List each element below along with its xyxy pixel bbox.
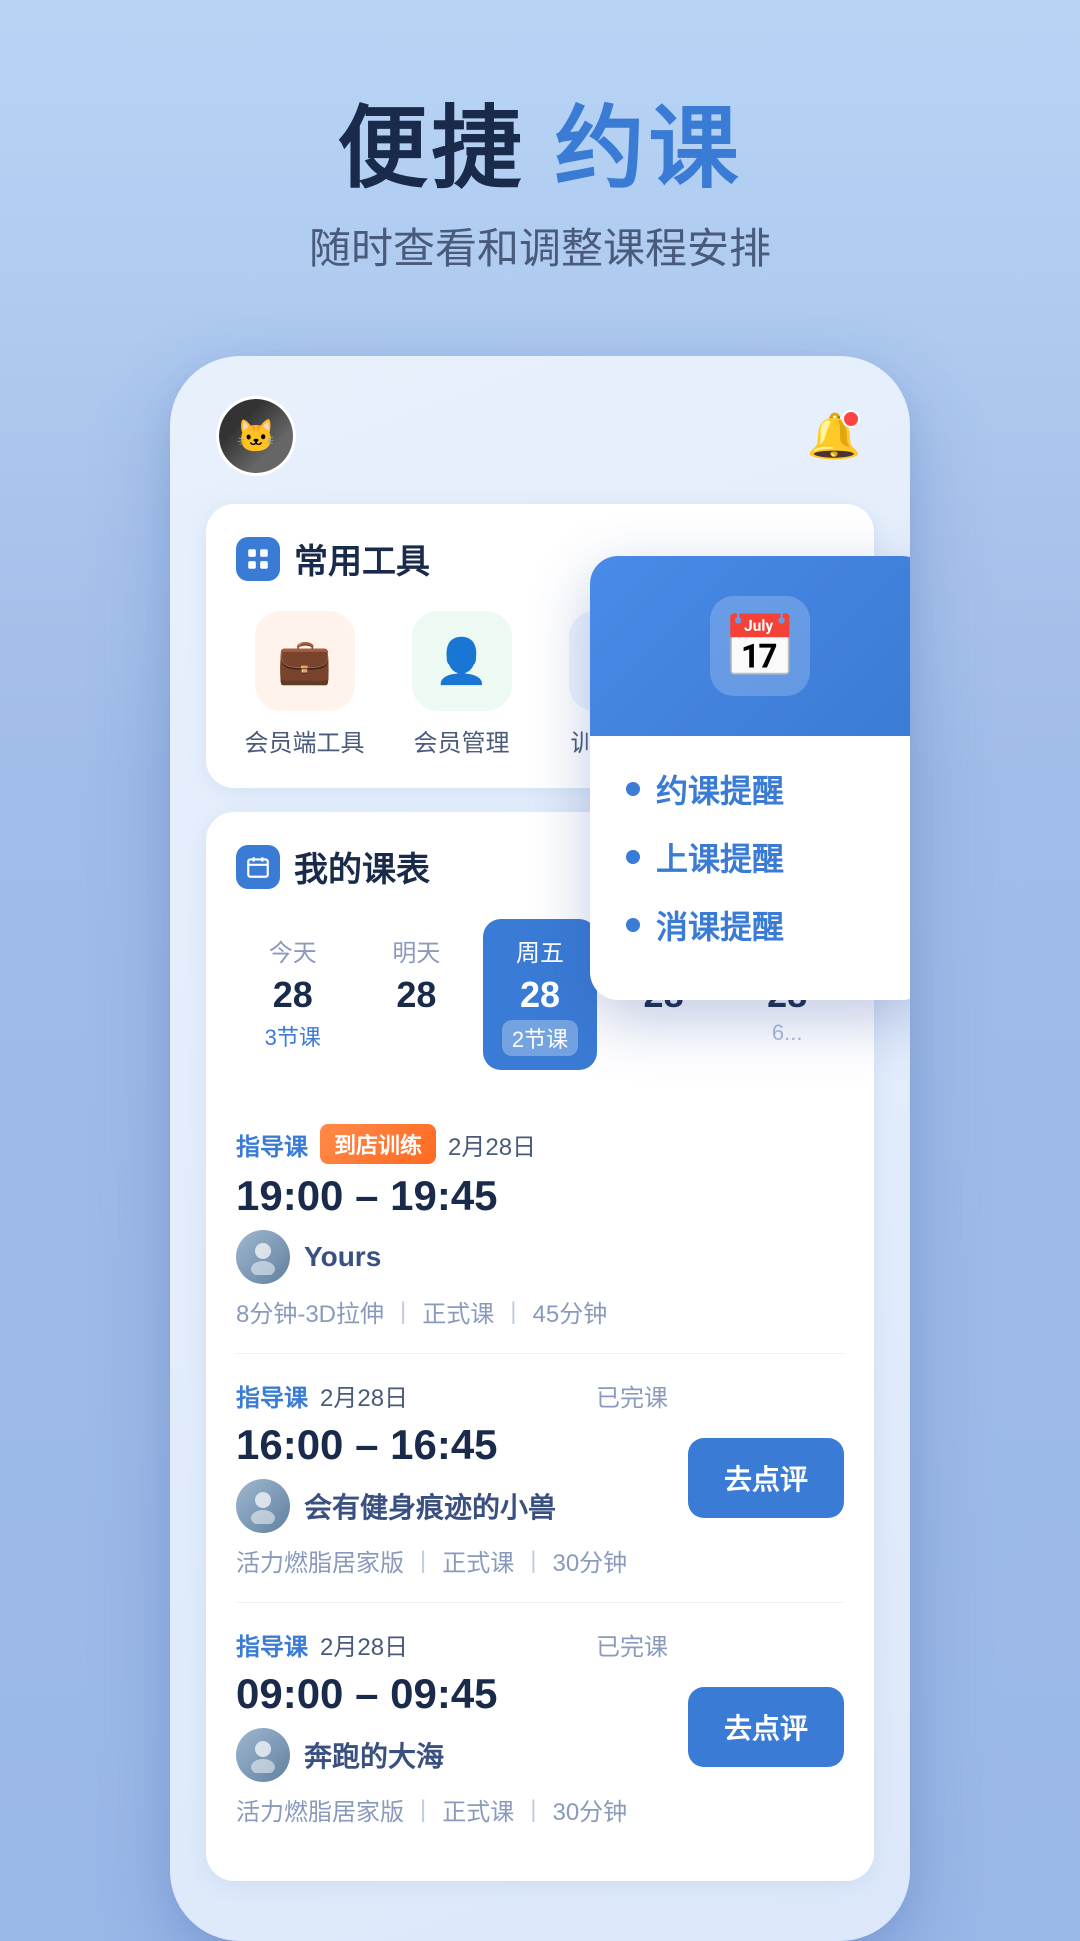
course-2-top: 指导课 2月28日 已完课	[236, 1378, 668, 1413]
notif-dot-1	[626, 782, 640, 796]
trainer-avatar-icon-3	[245, 1737, 281, 1773]
notif-dot-3	[626, 918, 640, 932]
course-item-2: 指导课 2月28日 已完课 16:00 – 16:45	[236, 1354, 844, 1603]
tag-store-1: 到店训练	[320, 1124, 436, 1164]
notification-header: 📅	[590, 556, 910, 736]
notification-popup: 📅 约课提醒 上课提醒 消课提醒	[590, 556, 910, 1000]
trainer-name-1: Yours	[304, 1241, 381, 1273]
detail-2-3: 30分钟	[552, 1543, 627, 1578]
course-2-left: 指导课 2月28日 已完课 16:00 – 16:45	[236, 1378, 668, 1578]
tools-title: 常用工具	[294, 534, 430, 583]
calendar-icon	[245, 854, 271, 880]
course-2-row: 指导课 2月28日 已完课 16:00 – 16:45	[236, 1378, 844, 1578]
notif-item-class: 上课提醒	[626, 834, 894, 880]
course-2-time: 16:00 – 16:45	[236, 1421, 668, 1469]
notif-label-cancel: 消课提醒	[656, 902, 784, 948]
course-3-trainer-row: 奔跑的大海	[236, 1728, 668, 1782]
tool-icon-member-tools: 💼	[255, 611, 355, 711]
detail-2-1: 活力燃脂居家版	[236, 1543, 404, 1578]
tag-date-3: 2月28日	[320, 1627, 408, 1662]
course-1-tags: 指导课 到店训练 2月28日	[236, 1124, 536, 1164]
notif-dot-2	[626, 850, 640, 864]
course-3-left: 指导课 2月28日 已完课 09:00 – 09:45	[236, 1627, 668, 1827]
review-button-2[interactable]: 去点评	[688, 1438, 844, 1518]
course-1-trainer-row: Yours	[236, 1230, 844, 1284]
trainer-avatar-3	[236, 1728, 290, 1782]
trainer-avatar-icon-2	[245, 1488, 281, 1524]
day-name-fri: 周五	[516, 933, 564, 968]
course-3-tags: 指导课 2月28日	[236, 1627, 408, 1662]
tag-guide-3: 指导课	[236, 1627, 308, 1662]
day-lessons-fri: 2节课	[502, 1020, 578, 1056]
detail-1-1: 8分钟-3D拉伸	[236, 1294, 384, 1329]
detail-2-2: 正式课	[442, 1543, 514, 1578]
tool-label-member-tools: 会员端工具	[245, 723, 365, 758]
trainer-name-3: 奔跑的大海	[304, 1735, 444, 1775]
course-2-trainer-row: 会有健身痕迹的小兽	[236, 1479, 668, 1533]
notif-item-book: 约课提醒	[626, 766, 894, 812]
detail-3-2: 正式课	[442, 1792, 514, 1827]
title-blue: 约课	[555, 99, 743, 199]
course-3-top: 指导课 2月28日 已完课	[236, 1627, 668, 1662]
avatar-image: 🐱	[219, 399, 293, 473]
course-3-row: 指导课 2月28日 已完课 09:00 – 09:45	[236, 1627, 844, 1827]
tools-section-icon	[236, 537, 280, 581]
trainer-name-2: 会有健身痕迹的小兽	[304, 1486, 556, 1526]
grid-icon	[245, 546, 271, 572]
detail-1-2: 正式课	[422, 1294, 494, 1329]
tag-guide-1: 指导课	[236, 1127, 308, 1162]
header-title: 便捷 约课 随时查看和调整课程安排	[309, 100, 771, 276]
detail-3-3: 30分钟	[552, 1792, 627, 1827]
course-item-1: 指导课 到店训练 2月28日 19:00 – 19:45 Yours	[236, 1100, 844, 1354]
detail-3-1: 活力燃脂居家版	[236, 1792, 404, 1827]
day-num-fri: 28	[520, 974, 560, 1016]
phone-topbar: 🐱 🔔	[206, 396, 874, 476]
course-1-top: 指导课 到店训练 2月28日	[236, 1124, 844, 1164]
notif-label-book: 约课提醒	[656, 766, 784, 812]
day-name-tomorrow: 明天	[392, 933, 440, 968]
tag-guide-2: 指导课	[236, 1378, 308, 1413]
notif-label-class: 上课提醒	[656, 834, 784, 880]
trainer-avatar-1	[236, 1230, 290, 1284]
tag-completed-3: 已完课	[596, 1627, 668, 1662]
tool-label-member-manage: 会员管理	[414, 723, 510, 758]
day-item-tomorrow[interactable]: 明天 28	[360, 919, 474, 1070]
course-item-3: 指导课 2月28日 已完课 09:00 – 09:45	[236, 1603, 844, 1851]
course-1-time: 19:00 – 19:45	[236, 1172, 844, 1220]
day-name-today: 今天	[269, 933, 317, 968]
bell-button[interactable]: 🔔	[804, 406, 864, 466]
day-lessons-today: 3节课	[265, 1020, 321, 1052]
avatar[interactable]: 🐱	[216, 396, 296, 476]
notif-item-cancel: 消课提醒	[626, 902, 894, 948]
day-item-fri[interactable]: 周五 28 2节课	[483, 919, 597, 1070]
course-2-tags: 指导课 2月28日	[236, 1378, 408, 1413]
tool-member-manage[interactable]: 👤 会员管理	[393, 611, 530, 758]
schedule-section-icon	[236, 845, 280, 889]
tool-icon-member-manage: 👤	[412, 611, 512, 711]
course-3-details: 活力燃脂居家版 | 正式课 | 30分钟	[236, 1792, 668, 1827]
notification-dot	[842, 410, 860, 428]
trainer-avatar-2	[236, 1479, 290, 1533]
day-num-tomorrow: 28	[396, 974, 436, 1016]
tag-date-2: 2月28日	[320, 1378, 408, 1413]
tag-date-1: 2月28日	[448, 1127, 536, 1162]
day-num-today: 28	[273, 974, 313, 1016]
notification-body: 约课提醒 上课提醒 消课提醒	[590, 736, 910, 1000]
course-3-time: 09:00 – 09:45	[236, 1670, 668, 1718]
trainer-avatar-icon-1	[245, 1239, 281, 1275]
day-item-today[interactable]: 今天 28 3节课	[236, 919, 350, 1070]
phone-mockup: 🐱 🔔 常用工具	[170, 356, 910, 1941]
header-subtitle: 随时查看和调整课程安排	[309, 215, 771, 276]
detail-1-3: 45分钟	[533, 1294, 608, 1329]
notification-calendar-icon: 📅	[710, 596, 810, 696]
course-2-details: 活力燃脂居家版 | 正式课 | 30分钟	[236, 1543, 668, 1578]
day-lessons-extra: 6...	[772, 1020, 803, 1046]
tool-member-tools[interactable]: 💼 会员端工具	[236, 611, 373, 758]
schedule-title: 我的课表	[294, 842, 430, 891]
course-1-details: 8分钟-3D拉伸 | 正式课 | 45分钟	[236, 1294, 844, 1329]
tag-completed-2: 已完课	[596, 1378, 668, 1413]
review-button-3[interactable]: 去点评	[688, 1687, 844, 1767]
title-black: 便捷	[337, 99, 525, 199]
